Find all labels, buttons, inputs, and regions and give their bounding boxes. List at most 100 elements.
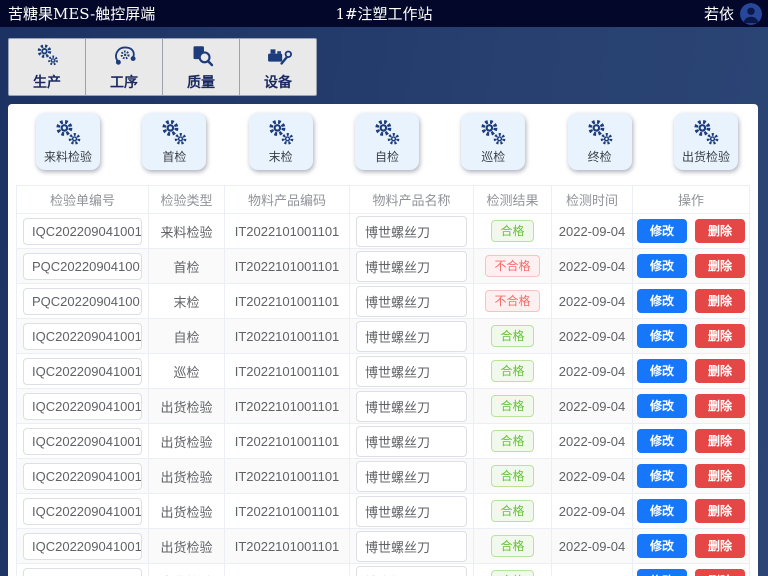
material-code-cell: IT2022101001101: [225, 529, 350, 564]
inspection-date-cell: 2022-09-04: [552, 424, 633, 459]
delete-button[interactable]: 删除: [695, 394, 745, 418]
inspection-card-label: 末检: [269, 148, 293, 165]
table-row: IQC202209041001 出货检验 IT2022101001101 博世螺…: [17, 389, 750, 424]
delete-button[interactable]: 删除: [695, 254, 745, 278]
tab-label: 设备: [264, 72, 292, 92]
topbar: 苦糖果MES-触控屏端 1#注塑工作站 若依: [0, 0, 768, 27]
order-no-field[interactable]: IQC202209041001: [23, 498, 142, 525]
delete-button[interactable]: 删除: [695, 429, 745, 453]
tab-quality[interactable]: 质量: [162, 38, 240, 96]
material-name-field[interactable]: 博世螺丝刀: [356, 216, 467, 247]
table-row: IQC202209041001 自检 IT2022101001101 博世螺丝刀…: [17, 319, 750, 354]
material-name-field[interactable]: 博世螺丝刀: [356, 426, 467, 457]
column-header: 物料产品编码: [225, 186, 350, 214]
material-name-field[interactable]: 博世螺丝刀: [356, 286, 467, 317]
order-no-field[interactable]: IQC202209041001: [23, 218, 142, 245]
inspection-card[interactable]: 自检: [355, 113, 419, 170]
edit-button[interactable]: 修改: [637, 324, 687, 348]
material-name-field[interactable]: 博世螺丝刀: [356, 566, 467, 576]
column-header: 操作: [633, 186, 750, 214]
module-tabs: 生产 工序 质量 设备: [8, 38, 317, 96]
material-name-field[interactable]: 博世螺丝刀: [356, 531, 467, 562]
order-no-field[interactable]: IQC202209041001: [23, 428, 142, 455]
delete-button[interactable]: 删除: [695, 289, 745, 313]
inspection-card[interactable]: 来料检验: [36, 113, 100, 170]
order-no-field[interactable]: IQC202209041001: [23, 323, 142, 350]
order-no-field[interactable]: IQC202209041001: [23, 393, 142, 420]
result-badge: 合格: [491, 430, 533, 452]
table-row: PQC202209041001 首检 IT2022101001101 博世螺丝刀…: [17, 249, 750, 284]
table-row: PQC202209041001 末检 IT2022101001101 博世螺丝刀…: [17, 284, 750, 319]
result-badge: 合格: [491, 220, 533, 242]
inspection-card[interactable]: 末检: [249, 113, 313, 170]
material-code-cell: IT2022101001101: [225, 249, 350, 284]
material-code-cell: IT2022101001101: [225, 284, 350, 319]
material-code-cell: IT2022101001101: [225, 494, 350, 529]
delete-button[interactable]: 删除: [695, 324, 745, 348]
material-name-field[interactable]: 博世螺丝刀: [356, 321, 467, 352]
material-code-cell: IT2022101001101: [225, 319, 350, 354]
tab-equipment[interactable]: 设备: [239, 38, 317, 96]
edit-button[interactable]: 修改: [637, 394, 687, 418]
material-name-field[interactable]: 博世螺丝刀: [356, 391, 467, 422]
inspection-date-cell: 2022-09-04: [552, 494, 633, 529]
material-name-field[interactable]: 博世螺丝刀: [356, 461, 467, 492]
result-badge: 合格: [491, 395, 533, 417]
column-header: 检验单编号: [17, 186, 149, 214]
inspection-card[interactable]: 出货检验: [674, 113, 738, 170]
gear-pair-icon: [265, 117, 297, 149]
inspection-date-cell: 2022-09-04: [552, 319, 633, 354]
gear-pair-icon: [477, 117, 509, 149]
result-badge: 合格: [491, 465, 533, 487]
inspection-card[interactable]: 首检: [142, 113, 206, 170]
tab-production[interactable]: 生产: [8, 38, 86, 96]
delete-button[interactable]: 删除: [695, 464, 745, 488]
delete-button[interactable]: 删除: [695, 219, 745, 243]
order-no-field[interactable]: IQC202209041001: [23, 463, 142, 490]
edit-button[interactable]: 修改: [637, 534, 687, 558]
inspection-cards: 来料检验 首检 末检 自检 巡检: [8, 104, 758, 170]
result-badge: 合格: [491, 325, 533, 347]
edit-button[interactable]: 修改: [637, 359, 687, 383]
inspection-type-cell: 出货检验: [149, 424, 225, 459]
order-no-field[interactable]: IQC202209041001: [23, 358, 142, 385]
result-badge: 不合格: [485, 255, 539, 277]
inspection-card[interactable]: 终检: [568, 113, 632, 170]
delete-button[interactable]: 删除: [695, 569, 745, 576]
order-no-field[interactable]: PQC202209041001: [23, 253, 142, 280]
edit-button[interactable]: 修改: [637, 464, 687, 488]
equipment-icon: [265, 42, 292, 69]
delete-button[interactable]: 删除: [695, 534, 745, 558]
material-name-field[interactable]: 博世螺丝刀: [356, 356, 467, 387]
table-row: IQC202209041001 出货检验 IT2022101001101 博世螺…: [17, 459, 750, 494]
order-no-field[interactable]: IQC202209041001: [23, 533, 142, 560]
order-no-field[interactable]: PQC202209041001: [23, 288, 142, 315]
edit-button[interactable]: 修改: [637, 569, 687, 576]
inspection-card-label: 终检: [588, 148, 612, 165]
inspection-type-cell: 出货检验: [149, 389, 225, 424]
order-no-field[interactable]: IQC202209041001: [23, 568, 142, 576]
table-header-row: 检验单编号检验类型物料产品编码物料产品名称检测结果检测时间操作: [17, 186, 750, 214]
user-avatar-icon[interactable]: [740, 3, 762, 25]
material-name-field[interactable]: 博世螺丝刀: [356, 496, 467, 527]
edit-button[interactable]: 修改: [637, 499, 687, 523]
inspection-type-cell: 巡检: [149, 354, 225, 389]
edit-button[interactable]: 修改: [637, 429, 687, 453]
quality-search-icon: [188, 42, 215, 69]
edit-button[interactable]: 修改: [637, 254, 687, 278]
tab-process[interactable]: 工序: [85, 38, 163, 96]
edit-button[interactable]: 修改: [637, 289, 687, 313]
inspection-type-cell: 首检: [149, 249, 225, 284]
delete-button[interactable]: 删除: [695, 359, 745, 383]
delete-button[interactable]: 删除: [695, 499, 745, 523]
edit-button[interactable]: 修改: [637, 219, 687, 243]
username: 若依: [704, 3, 734, 24]
result-badge: 不合格: [485, 290, 539, 312]
inspection-card[interactable]: 巡检: [461, 113, 525, 170]
table-row: IQC202209041001 出货检验 IT2022101001101 博世螺…: [17, 564, 750, 576]
user-menu[interactable]: 若依: [704, 3, 762, 25]
inspection-date-cell: 2022-09-04: [552, 249, 633, 284]
inspection-type-cell: 自检: [149, 319, 225, 354]
material-name-field[interactable]: 博世螺丝刀: [356, 251, 467, 282]
material-code-cell: IT2022101001101: [225, 564, 350, 576]
